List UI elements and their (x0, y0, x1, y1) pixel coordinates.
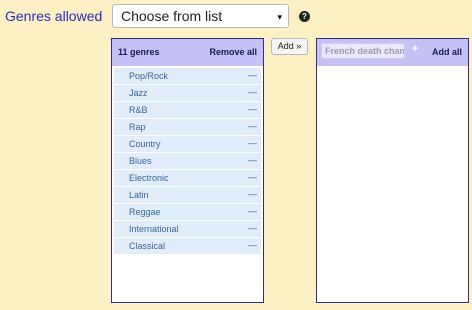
genre-list-item: Latin — (114, 187, 261, 203)
available-genres-header: French death chant + Add all (317, 39, 468, 66)
available-genres-panel: French death chant + Add all (316, 38, 469, 303)
add-button[interactable]: Add » (271, 38, 308, 55)
genre-name: Latin (129, 190, 149, 200)
genre-count: 11 genres (118, 47, 160, 57)
genre-search-input[interactable]: French death chant (321, 43, 405, 59)
remove-genre-icon[interactable]: — (248, 104, 257, 114)
selected-genres-header: 11 genres Remove all (112, 39, 263, 66)
genre-list-item: International — (114, 221, 261, 237)
genre-list-item: Jazz — (114, 85, 261, 101)
genre-name: Pop/Rock (129, 71, 169, 81)
genre-list-item: R&B — (114, 102, 261, 118)
genre-list-item: Electronic — (114, 170, 261, 186)
remove-genre-icon[interactable]: — (248, 206, 257, 216)
remove-genre-icon[interactable]: — (248, 87, 257, 97)
genre-list-item: Classical — (114, 238, 261, 254)
add-all-button[interactable]: Add all (432, 47, 462, 57)
selected-genres-panel: 11 genres Remove all Pop/Rock — Jazz — R&B — R… (111, 38, 264, 303)
genre-name: R&B (129, 105, 148, 115)
genre-name: Electronic (129, 173, 169, 183)
genre-list-item: Pop/Rock — (114, 68, 261, 84)
remove-genre-icon[interactable]: — (248, 223, 257, 233)
genre-list-item: Blues — (114, 153, 261, 169)
remove-genre-icon[interactable]: — (248, 155, 257, 165)
genre-name: Reggae (129, 207, 161, 217)
remove-genre-icon[interactable]: — (248, 70, 257, 80)
remove-genre-icon[interactable]: — (248, 138, 257, 148)
genres-label: Genres allowed (5, 8, 103, 24)
help-icon[interactable]: ? (299, 11, 310, 22)
genre-list-item: Country — (114, 136, 261, 152)
remove-genre-icon[interactable]: — (248, 240, 257, 250)
genre-list-item: Reggae — (114, 204, 261, 220)
genre-select[interactable]: Choose from list ▾ (112, 4, 289, 28)
genre-name: Country (129, 139, 161, 149)
remove-genre-icon[interactable]: — (248, 121, 257, 131)
selected-genres-list: Pop/Rock — Jazz — R&B — Rap — Country — Blues — Elec… (114, 68, 261, 254)
chevron-down-icon: ▾ (277, 12, 282, 22)
genre-name: Classical (129, 241, 166, 251)
genre-select-value: Choose from list (121, 8, 223, 24)
plus-icon[interactable]: + (412, 43, 418, 55)
remove-genre-icon[interactable]: — (248, 172, 257, 182)
remove-genre-icon[interactable]: — (248, 189, 257, 199)
genre-name: Jazz (129, 88, 148, 98)
remove-all-button[interactable]: Remove all (209, 47, 257, 57)
genre-list-item: Rap — (114, 119, 261, 135)
genre-name: Blues (129, 156, 152, 166)
genre-name: International (129, 224, 179, 234)
genre-name: Rap (129, 122, 146, 132)
